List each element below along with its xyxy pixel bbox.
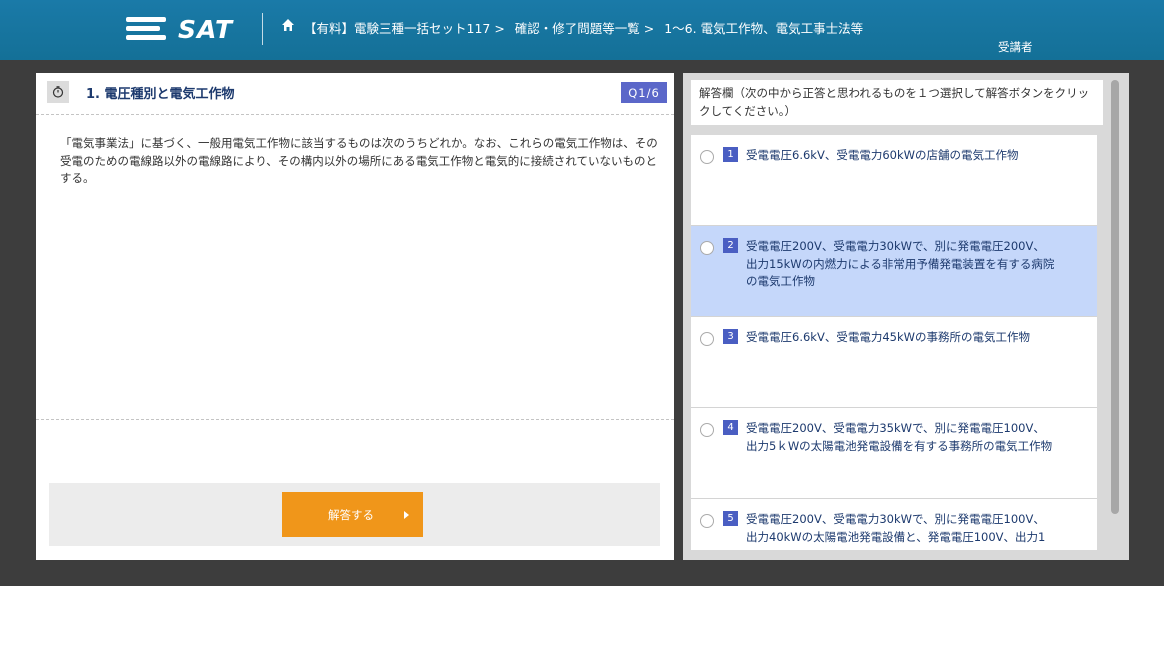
top-bar: SAT 【有料】電験三種一括セット117 > 確認・修了問題等一覧 > 1〜6.… <box>0 0 1164 60</box>
choice-number: 5 <box>723 511 738 526</box>
breadcrumb: 【有料】電験三種一括セット117 > 確認・修了問題等一覧 > 1〜6. 電気工… <box>304 18 869 37</box>
radio-button[interactable] <box>700 514 714 528</box>
choice-2[interactable]: 2 受電電圧200V、受電電力30kWで、別に発電電圧200V、出力15kWの内… <box>691 226 1097 317</box>
logo-lines-icon <box>126 14 166 44</box>
logo-text: SAT <box>178 14 234 44</box>
breadcrumb-course[interactable]: 【有料】電験三種一括セット117 > <box>304 21 505 36</box>
radio-button[interactable] <box>700 241 714 255</box>
answer-instructions: 解答欄（次の中から正答と思われるものを１つ選択して解答ボタンをクリックしてくださ… <box>691 80 1103 125</box>
choice-5[interactable]: 5 受電電圧200V、受電電力30kWで、別に発電電圧100V、出力40kWの太… <box>691 499 1097 550</box>
clock-icon <box>47 81 69 103</box>
choice-list[interactable]: 1 受電電圧6.6kV、受電電力60kWの店舗の電気工作物 2 受電電圧200V… <box>691 135 1097 550</box>
radio-button[interactable] <box>700 423 714 437</box>
header-divider <box>262 13 263 45</box>
choice-number: 4 <box>723 420 738 435</box>
play-arrow-icon <box>404 511 409 519</box>
choice-number: 1 <box>723 147 738 162</box>
answer-panel: 解答欄（次の中から正答と思われるものを１つ選択して解答ボタンをクリックしてくださ… <box>683 73 1129 560</box>
header-dashed-divider <box>36 114 674 115</box>
question-counter-badge: Q1/6 <box>621 82 667 103</box>
choice-number: 2 <box>723 238 738 253</box>
submit-answer-label: 解答する <box>328 510 374 522</box>
breadcrumb-current: 1〜6. 電気工作物、電気工事士法等 <box>664 21 864 36</box>
choice-text: 受電電圧6.6kV、受電電力45kWの事務所の電気工作物 <box>746 330 1030 344</box>
choice-text: 受電電圧200V、受電電力30kWで、別に発電電圧200V、出力15kWの内燃力… <box>746 239 1055 288</box>
scrollbar-thumb[interactable] <box>1111 80 1119 514</box>
choice-3[interactable]: 3 受電電圧6.6kV、受電電力45kWの事務所の電気工作物 <box>691 317 1097 408</box>
choice-number: 3 <box>723 329 738 344</box>
breadcrumb-question-list[interactable]: 確認・修了問題等一覧 > <box>515 21 654 36</box>
question-body: 「電気事業法」に基づく、一般用電気工作物に該当するものは次のうちどれか。なお、こ… <box>60 136 658 185</box>
question-panel: 1. 電圧種別と電気工作物 Q1/6 「電気事業法」に基づく、一般用電気工作物に… <box>36 73 674 560</box>
question-title: 1. 電圧種別と電気工作物 <box>86 87 235 102</box>
choice-text: 受電電圧200V、受電電力35kWで、別に発電電圧100V、出力5ｋWの太陽電池… <box>746 421 1053 453</box>
choice-scrollbar[interactable] <box>1109 80 1120 550</box>
radio-button[interactable] <box>700 150 714 164</box>
submit-answer-button[interactable]: 解答する <box>282 492 423 537</box>
body-dashed-divider <box>36 419 674 420</box>
radio-button[interactable] <box>700 332 714 346</box>
question-header: 1. 電圧種別と電気工作物 Q1/6 <box>36 73 674 110</box>
main-stage: 1. 電圧種別と電気工作物 Q1/6 「電気事業法」に基づく、一般用電気工作物に… <box>0 60 1164 586</box>
home-icon[interactable] <box>281 18 295 32</box>
sat-logo[interactable]: SAT <box>126 14 233 44</box>
choice-1[interactable]: 1 受電電圧6.6kV、受電電力60kWの店舗の電気工作物 <box>691 135 1097 226</box>
choice-text: 受電電圧200V、受電電力30kWで、別に発電電圧100V、出力40kWの太陽電… <box>746 512 1046 544</box>
choice-4[interactable]: 4 受電電圧200V、受電電力35kWで、別に発電電圧100V、出力5ｋWの太陽… <box>691 408 1097 499</box>
user-label: 受講者 <box>998 40 1033 54</box>
answer-button-area: 解答する <box>49 483 660 546</box>
choice-text: 受電電圧6.6kV、受電電力60kWの店舗の電気工作物 <box>746 148 1019 162</box>
